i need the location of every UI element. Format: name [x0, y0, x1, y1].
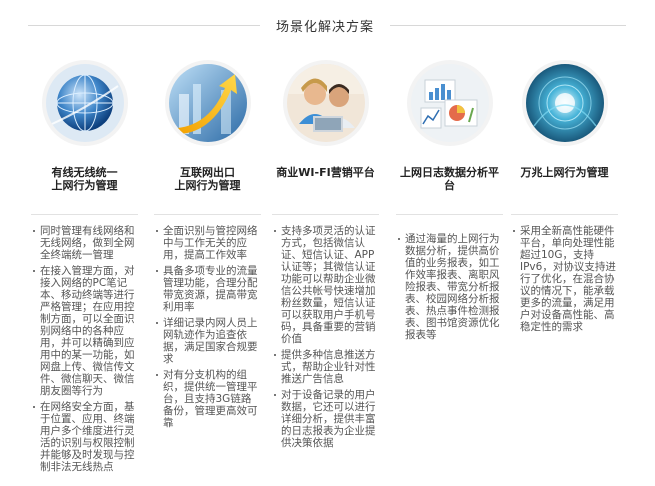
- solution-card-wired-wireless[interactable]: 有线无线统一 上网行为管理 同时管理有线网络和无线网络，做到全网全终端统一管理 …: [27, 60, 142, 477]
- title-divider: [154, 214, 261, 215]
- feature-item: 在接入管理方面，对接入网络的PC笔记本、移动终端等进行严格管理；在应用控制方面，…: [33, 265, 136, 397]
- title-divider: [396, 214, 503, 215]
- feature-item: 具备多项专业的流量管理功能，合理分配带宽资源，提高带宽利用率: [156, 265, 259, 313]
- solution-title-line: 万兆上网行为管理: [520, 166, 609, 179]
- section-header: 场景化解决方案: [0, 10, 655, 40]
- solution-title-line: 台: [444, 179, 455, 192]
- feature-item: 支持多项灵活的认证方式，包括微信认证、短信认证、APP认证等；其微信认证功能可以…: [274, 225, 377, 345]
- people-laptop-icon: [282, 60, 369, 146]
- light-tunnel-icon: [521, 60, 608, 146]
- solution-card-commercial-wifi[interactable]: 商业WI-FI营销平台 支持多项灵活的认证方式，包括微信认证、短信认证、APP认…: [268, 60, 383, 453]
- header-divider-right: [390, 25, 626, 26]
- solution-card-10g[interactable]: 万兆上网行为管理 采用全新高性能硬件平台，单向处理性能超过10G，支持IPv6，…: [507, 60, 622, 337]
- header-divider-left: [28, 25, 260, 26]
- solution-title: 上网日志数据分析平 台: [392, 166, 507, 200]
- feature-list: 同时管理有线网络和无线网络，做到全网全终端统一管理 在接入管理方面，对接入网络的…: [27, 225, 142, 473]
- solution-card-internet-export[interactable]: 互联网出口 上网行为管理 全面识别与管控网络中与工作无关的应用，提高工作效率 具…: [150, 60, 265, 433]
- feature-item: 详细记录内网人员上网轨迹作为追查依据，满足国家合规要求: [156, 317, 259, 365]
- internet-export-arrow-icon: [164, 60, 251, 146]
- solution-title: 互联网出口 上网行为管理: [150, 166, 265, 200]
- solution-title-line: 互联网出口: [180, 166, 235, 179]
- feature-item: 同时管理有线网络和无线网络，做到全网全终端统一管理: [33, 225, 136, 261]
- title-divider: [272, 214, 379, 215]
- feature-list: 全面识别与管控网络中与工作无关的应用，提高工作效率 具备多项专业的流量管理功能，…: [150, 225, 265, 429]
- solution-title-line: 上网行为管理: [51, 179, 118, 192]
- solution-title: 万兆上网行为管理: [507, 166, 622, 200]
- solution-title-line: 上网行为管理: [174, 179, 241, 192]
- solution-title: 商业WI-FI营销平台: [268, 166, 383, 200]
- feature-list: 支持多项灵活的认证方式，包括微信认证、短信认证、APP认证等；其微信认证功能可以…: [268, 225, 383, 449]
- feature-item: 对于设备记录的用户数据，它还可以进行详细分析，提供丰富的日志报表为企业提供决策依…: [274, 389, 377, 449]
- feature-item: 全面识别与管控网络中与工作无关的应用，提高工作效率: [156, 225, 259, 261]
- section-title: 场景化解决方案: [275, 20, 374, 35]
- feature-item: 采用全新高性能硬件平台，单向处理性能超过10G，支持IPv6，对协议支持进行了优…: [513, 225, 616, 333]
- solution-title-line: 有线无线统一: [51, 166, 118, 179]
- title-divider: [31, 214, 138, 215]
- title-divider: [511, 214, 618, 215]
- globe-network-icon: [41, 60, 128, 146]
- feature-item: 对有分支机构的组织，提供统一管理平台，且支持3G链路备份，管理更高效可靠: [156, 369, 259, 429]
- solution-title-line: 商业WI-FI营销平台: [276, 166, 375, 179]
- solution-card-log-analysis[interactable]: 上网日志数据分析平 台 通过海量的上网行为数据分析，提供高价值的业务报表，如工作…: [392, 60, 507, 345]
- feature-item: 在网络安全方面，基于位置、应用、终端用户多个维度进行灵活的识别与权限控制并能够及…: [33, 401, 136, 473]
- solution-title: 有线无线统一 上网行为管理: [27, 166, 142, 200]
- feature-list: 通过海量的上网行为数据分析，提供高价值的业务报表，如工作效率报表、离职风险报表、…: [392, 233, 507, 341]
- solution-title-line: 上网日志数据分析平: [400, 166, 499, 179]
- feature-item: 通过海量的上网行为数据分析，提供高价值的业务报表，如工作效率报表、离职风险报表、…: [398, 233, 501, 341]
- solutions-section: 场景化解决方案 有线无线统一 上网行为管理 同时管理有线网络和无线网络，做到全网…: [0, 0, 655, 486]
- report-charts-icon: [406, 60, 493, 146]
- feature-item: 提供多种信息推送方式，帮助企业针对性推送广告信息: [274, 349, 377, 385]
- feature-list: 采用全新高性能硬件平台，单向处理性能超过10G，支持IPv6，对协议支持进行了优…: [507, 225, 622, 333]
